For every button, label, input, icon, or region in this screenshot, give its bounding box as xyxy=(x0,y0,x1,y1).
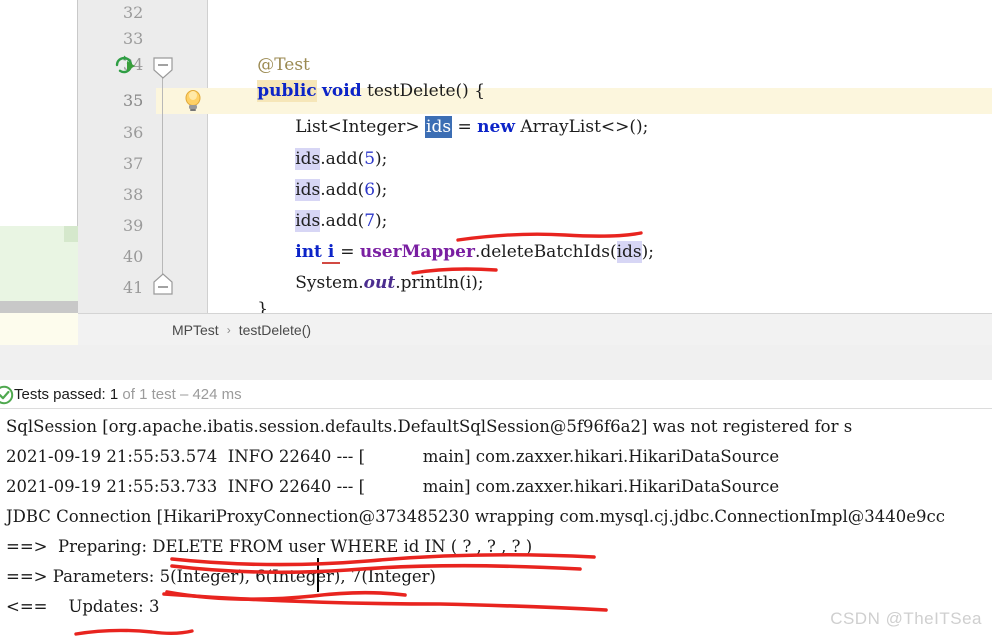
run-arrow-icon[interactable] xyxy=(113,52,141,78)
console-line-parameters: ==> Parameters: 5(Integer), 6(Integer), … xyxy=(6,567,436,586)
code-editor[interactable]: 32 33 34 35 36 37 38 39 40 41 @Test publ… xyxy=(0,0,992,313)
console-line: JDBC Connection [HikariProxyConnection@3… xyxy=(6,507,945,526)
editor-gutter[interactable]: 32 33 34 35 36 37 38 39 40 41 xyxy=(78,0,286,313)
test-passed-icon xyxy=(0,385,14,405)
static-out: out xyxy=(363,273,396,293)
console-line: 2021-09-19 21:55:53.574 INFO 22640 --- [… xyxy=(6,447,780,466)
code-line-36: ids.add(5); xyxy=(252,120,387,170)
breadcrumb-method[interactable]: testDelete() xyxy=(239,322,311,338)
variable-ids-selected: ids xyxy=(425,116,453,138)
paren-open: ( xyxy=(609,242,617,262)
code-line-38: ids.add(7); xyxy=(252,182,387,232)
code-line-33: @Test xyxy=(214,26,310,75)
console-line: 2021-09-19 21:55:53.733 INFO 22640 --- [… xyxy=(6,477,780,496)
code-line-37: ids.add(6); xyxy=(252,151,387,201)
tests-duration: 424 ms xyxy=(192,386,242,403)
variable-ids-occurrence: ids xyxy=(616,241,642,263)
text-caret xyxy=(317,558,319,592)
line-number: 32 xyxy=(123,3,144,22)
assign-operator: = xyxy=(452,117,478,137)
code-line-40: System.out.println(i); xyxy=(252,244,483,293)
annotation-overline-updates xyxy=(162,592,608,612)
breadcrumb-left-fill xyxy=(0,313,78,345)
code-line-39: int i = userMapper.deleteBatchIds(ids); xyxy=(252,213,654,264)
tests-passed-count: 1 xyxy=(109,386,119,403)
line-number: 34 xyxy=(123,55,144,74)
fold-marker-end-icon[interactable] xyxy=(152,272,173,295)
line-number: 36 xyxy=(123,123,144,142)
stmt-end: ); xyxy=(641,242,655,262)
console-line-preparing: ==> Preparing: DELETE FROM user WHERE id… xyxy=(6,537,533,556)
tests-passed-label: Tests passed: xyxy=(14,386,110,403)
test-tree-selection xyxy=(64,226,78,242)
println-call: .println(i); xyxy=(395,273,484,293)
line-number: 38 xyxy=(123,185,144,204)
code-line-41: } xyxy=(214,270,268,313)
line-number: 39 xyxy=(123,216,144,235)
test-status-text: Tests passed: 1 of 1 test – 424 ms xyxy=(14,382,242,408)
chevron-right-icon: › xyxy=(226,322,231,337)
tests-total-detail: of 1 test xyxy=(118,386,180,403)
test-tree-panel-sliver[interactable] xyxy=(0,0,78,313)
tool-window-band xyxy=(0,345,992,380)
annotation-underline-updates xyxy=(74,628,194,636)
system-ref: System. xyxy=(295,273,364,293)
code-line-42: } xyxy=(176,292,221,313)
lightbulb-icon[interactable] xyxy=(183,88,203,112)
console-line: SqlSession [org.apache.ibatis.session.de… xyxy=(6,417,853,436)
watermark: CSDN @TheITSea xyxy=(830,609,982,628)
breadcrumb-class[interactable]: MPTest xyxy=(172,322,219,338)
line-number: 33 xyxy=(123,29,144,48)
code-text[interactable]: @Test public void testDelete() { List<In… xyxy=(208,0,992,313)
console-line-updates: <== Updates: 3 xyxy=(6,597,160,616)
line-number: 40 xyxy=(123,247,144,266)
fold-marker-icon[interactable] xyxy=(152,56,173,79)
method-deletebatchids: deleteBatchIds xyxy=(480,242,610,262)
ide-window: 32 33 34 35 36 37 38 39 40 41 @Test publ… xyxy=(0,0,992,637)
arraylist-ctor: ArrayList<>(); xyxy=(514,117,649,137)
breadcrumb[interactable]: MPTest › testDelete() xyxy=(78,313,992,345)
fold-region-line xyxy=(162,76,163,280)
line-number: 37 xyxy=(123,154,144,173)
status-divider xyxy=(0,408,992,409)
test-tree-gray-band xyxy=(0,301,78,313)
code-line-34: public void testDelete() { xyxy=(214,52,485,102)
keyword-new: new xyxy=(477,117,515,137)
tests-dash: – xyxy=(179,386,193,403)
console-output[interactable]: SqlSession [org.apache.ibatis.session.de… xyxy=(0,412,992,637)
test-status-bar: Tests passed: 1 of 1 test – 424 ms xyxy=(0,382,992,408)
closing-brace: } xyxy=(257,299,269,313)
code-line-35: List<Integer> ids = new ArrayList<>(); xyxy=(252,88,648,138)
